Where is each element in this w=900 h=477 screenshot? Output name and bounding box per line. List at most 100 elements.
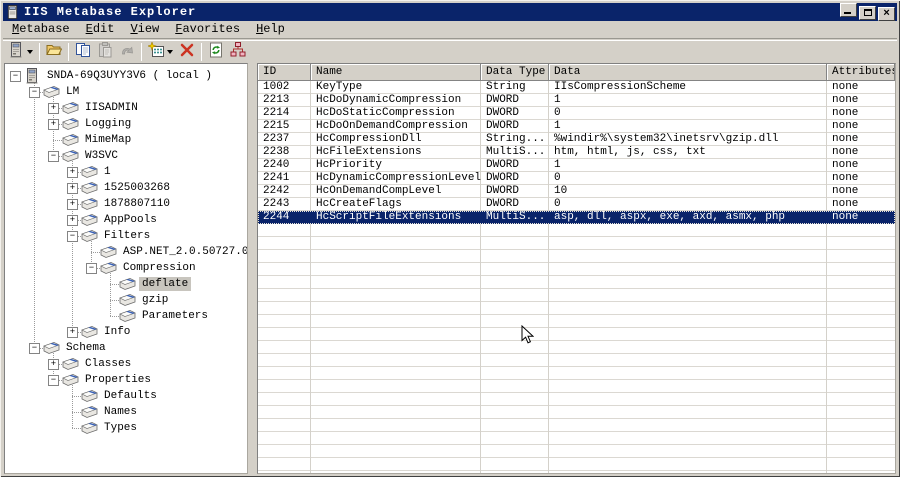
table-row[interactable]: 2237 HcCompressionDll String... %windir%\sy… bbox=[258, 133, 895, 146]
close-icon: × bbox=[883, 8, 890, 20]
table-row[interactable]: 2244 HcScriptFileExtensions MultiS... asp, … bbox=[258, 211, 895, 224]
maximize-button[interactable] bbox=[859, 5, 876, 20]
menu-metabase[interactable]: Metabase bbox=[4, 21, 78, 38]
tree-item-deflate[interactable]: deflate bbox=[5, 276, 247, 292]
refresh-button[interactable] bbox=[205, 41, 227, 63]
key-icon bbox=[81, 325, 98, 339]
table-row[interactable]: 1002 KeyType String IIsCompressionScheme non… bbox=[258, 81, 895, 94]
copy-button[interactable] bbox=[72, 41, 94, 63]
tree-item-logging[interactable]: + Logging bbox=[5, 116, 247, 132]
tree-expander-expand-icon[interactable]: + bbox=[48, 102, 59, 114]
tree-item-lm[interactable]: − LM bbox=[5, 84, 247, 100]
tree-expander-expand-icon[interactable]: + bbox=[67, 198, 78, 210]
tree-item-classes[interactable]: + Classes bbox=[5, 356, 247, 372]
cell-data: asp, dll, aspx, exe, axd, asmx, php bbox=[554, 211, 786, 223]
delete-x-icon bbox=[179, 42, 195, 63]
tree-item-1525003268[interactable]: +1525003268 bbox=[5, 180, 247, 196]
cell-id: 2214 bbox=[263, 107, 290, 119]
tree-expander-collapse-icon[interactable]: − bbox=[48, 150, 59, 162]
key-icon bbox=[81, 213, 98, 227]
table-row[interactable]: 2213 HcDoDynamicCompression DWORD 1 none bbox=[258, 94, 895, 107]
tree-pane: − SNDA-69Q3UYY3V6 ( local ) − LM + IISADMIN + L… bbox=[4, 63, 248, 474]
menu-edit[interactable]: Edit bbox=[78, 21, 123, 38]
tree-expander-collapse-icon[interactable]: − bbox=[10, 70, 21, 82]
column-header-attributes[interactable]: Attributes bbox=[827, 64, 895, 81]
tree-item-properties[interactable]: − Properties bbox=[5, 372, 247, 388]
tree-expander-expand-icon[interactable]: + bbox=[67, 214, 78, 226]
cell-id: 2243 bbox=[263, 198, 290, 210]
key-icon bbox=[81, 165, 98, 179]
connect-server-button[interactable] bbox=[5, 41, 36, 63]
tree-expander-collapse-icon[interactable]: − bbox=[48, 374, 59, 386]
tree-item-asp-net-2-0-50727-0[interactable]: ASP.NET_2.0.50727.0 bbox=[5, 244, 247, 260]
tree-item-info[interactable]: + Info bbox=[5, 324, 247, 340]
column-header-data-type[interactable]: Data Type bbox=[481, 64, 549, 81]
key-icon bbox=[62, 357, 79, 371]
tree-item-schema[interactable]: − Schema bbox=[5, 340, 247, 356]
tree-item-mimemap[interactable]: MimeMap bbox=[5, 132, 247, 148]
cell-name: HcPriority bbox=[316, 159, 383, 171]
tree-item-1[interactable]: +1 bbox=[5, 164, 247, 180]
tree-item-defaults[interactable]: Defaults bbox=[5, 388, 247, 404]
dropdown-arrow-icon[interactable] bbox=[27, 50, 33, 54]
minimize-icon bbox=[844, 12, 851, 14]
tree-view-button[interactable] bbox=[227, 41, 249, 63]
tree-item-label: Defaults bbox=[104, 390, 157, 402]
table-row[interactable]: 2241 HcDynamicCompressionLevel DWORD 0 none bbox=[258, 172, 895, 185]
tree-expander-expand-icon[interactable]: + bbox=[48, 118, 59, 130]
tree-expander-expand-icon[interactable]: + bbox=[67, 166, 78, 178]
tree-item-apppools[interactable]: + AppPools bbox=[5, 212, 247, 228]
cell-data: 1 bbox=[554, 159, 561, 171]
tree-item-types[interactable]: Types bbox=[5, 420, 247, 436]
folder-open-icon bbox=[46, 42, 63, 63]
key-icon bbox=[43, 85, 60, 99]
tree-item-iisadmin[interactable]: + IISADMIN bbox=[5, 100, 247, 116]
table-row[interactable]: 2242 HcOnDemandCompLevel DWORD 10 none bbox=[258, 185, 895, 198]
tree-item-compression[interactable]: − Compression bbox=[5, 260, 247, 276]
menu-help[interactable]: Help bbox=[248, 21, 293, 38]
open-button[interactable] bbox=[43, 41, 65, 63]
menu-favorites[interactable]: Favorites bbox=[167, 21, 248, 38]
cell-id: 2244 bbox=[263, 211, 290, 223]
minimize-button[interactable] bbox=[840, 3, 857, 17]
tree-item-parameters[interactable]: Parameters bbox=[5, 308, 247, 324]
cell-name: KeyType bbox=[316, 81, 363, 93]
tree-item-w3svc[interactable]: − W3SVC bbox=[5, 148, 247, 164]
tree-item-filters[interactable]: − Filters bbox=[5, 228, 247, 244]
table-row[interactable]: 2240 HcPriority DWORD 1 none bbox=[258, 159, 895, 172]
tree-item-label: Logging bbox=[85, 118, 132, 130]
tree-expander-expand-icon[interactable]: + bbox=[67, 326, 78, 338]
menu-view[interactable]: View bbox=[122, 21, 167, 38]
tree-expander-collapse-icon[interactable]: − bbox=[29, 86, 40, 98]
tree-item-label: MimeMap bbox=[85, 134, 132, 146]
list-rows: 1002 KeyType String IIsCompressionScheme non… bbox=[258, 81, 895, 473]
computer-icon bbox=[8, 41, 24, 63]
column-header-name[interactable]: Name bbox=[311, 64, 481, 81]
tree-item-names[interactable]: Names bbox=[5, 404, 247, 420]
cell-data: 0 bbox=[554, 107, 561, 119]
tree-item-1878807110[interactable]: +1878807110 bbox=[5, 196, 247, 212]
dropdown-arrow-icon[interactable] bbox=[167, 50, 173, 54]
tree-item-label: LM bbox=[66, 86, 80, 98]
tree-expander-collapse-icon[interactable]: − bbox=[67, 230, 78, 242]
tree-expander-collapse-icon[interactable]: − bbox=[29, 342, 40, 354]
key-icon bbox=[62, 133, 79, 147]
tree-expander-expand-icon[interactable]: + bbox=[48, 358, 59, 370]
table-row[interactable]: 2243 HcCreateFlags DWORD 0 none bbox=[258, 198, 895, 211]
tree-expander-collapse-icon[interactable]: − bbox=[86, 262, 97, 274]
table-row[interactable]: 2214 HcDoStaticCompression DWORD 0 none bbox=[258, 107, 895, 120]
delete-button[interactable] bbox=[176, 41, 198, 63]
tree-item-snda-69q3uyy3v6-local[interactable]: − SNDA-69Q3UYY3V6 ( local ) bbox=[5, 68, 247, 84]
column-header-data[interactable]: Data bbox=[549, 64, 827, 81]
cell-data: htm, html, js, css, txt bbox=[554, 146, 706, 158]
column-header-id[interactable]: ID bbox=[258, 64, 311, 81]
pane-splitter[interactable] bbox=[248, 63, 257, 474]
tree-expander-expand-icon[interactable]: + bbox=[67, 182, 78, 194]
tree-item-gzip[interactable]: gzip bbox=[5, 292, 247, 308]
tree-item-label: SNDA-69Q3UYY3V6 ( local ) bbox=[47, 70, 213, 82]
table-row[interactable]: 2238 HcFileExtensions MultiS... htm, html, … bbox=[258, 146, 895, 159]
tree-item-label: Types bbox=[104, 422, 138, 434]
table-row[interactable]: 2215 HcDoOnDemandCompression DWORD 1 none bbox=[258, 120, 895, 133]
close-button[interactable]: × bbox=[878, 7, 895, 21]
new-key-button[interactable] bbox=[145, 40, 176, 63]
